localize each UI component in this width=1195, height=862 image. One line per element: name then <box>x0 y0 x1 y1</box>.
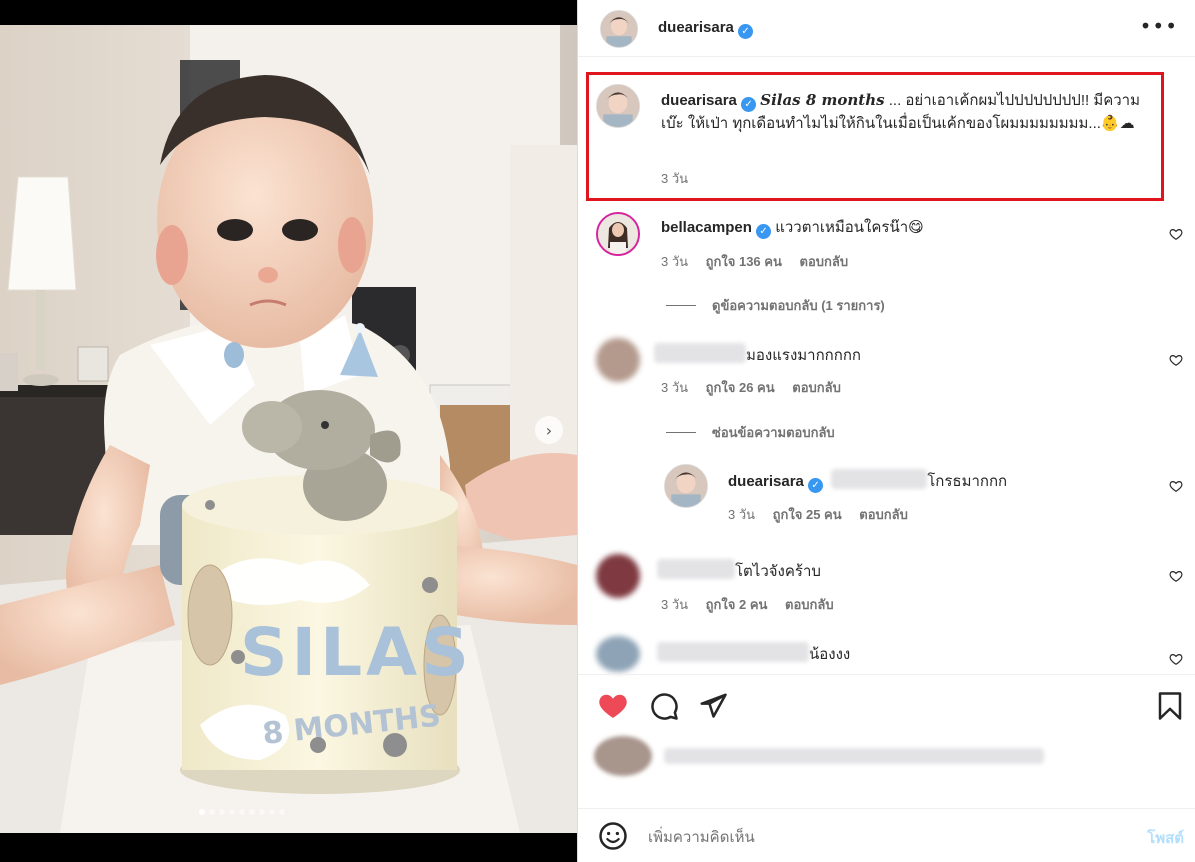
heart-filled-icon[interactable] <box>598 691 628 721</box>
blurred-username <box>654 343 746 363</box>
media-letterbox-top <box>0 0 577 25</box>
caption-text: duearisara ✓ Silas 8 months ... อย่าเอาเ… <box>661 89 1161 135</box>
like-comment-heart-icon[interactable] <box>1169 227 1183 241</box>
thread-divider <box>666 305 696 306</box>
verified-badge-icon: ✓ <box>756 224 772 239</box>
reply-username[interactable]: duearisara <box>728 473 804 490</box>
comment-likes[interactable]: ถูกใจ 2 คน <box>706 597 768 612</box>
comment-time: 3 วัน <box>661 597 689 612</box>
caption-username[interactable]: duearisara <box>661 92 737 109</box>
comment-input[interactable] <box>648 826 1108 848</box>
comment-row: มองแรงมากกกกก <box>654 343 861 367</box>
add-comment-bar: โพสต์ <box>578 808 1195 862</box>
like-comment-heart-icon[interactable] <box>1169 479 1183 493</box>
hide-replies-button[interactable]: ซ่อนข้อความตอบกลับ <box>666 422 835 443</box>
post-header: duearisara ✓ ••• <box>578 0 1195 57</box>
reply-button[interactable]: ตอบกลับ <box>792 380 841 395</box>
carousel-dot <box>209 809 215 815</box>
comment-time: 3 วัน <box>661 380 689 395</box>
post-media: SILAS 8 MONTHS › <box>0 0 577 862</box>
blurred-mention <box>831 469 928 489</box>
emoji-icon[interactable] <box>598 821 628 851</box>
comment-row: โตไวจังคร้าบ <box>657 559 821 583</box>
blurred-username <box>657 559 735 579</box>
comment-text: มองแรงมากกกกก <box>746 347 861 364</box>
view-replies-label[interactable]: ดูข้อความตอบกลับ (1 รายการ) <box>712 295 885 316</box>
carousel-dot <box>249 809 255 815</box>
carousel-dot <box>199 809 205 815</box>
like-comment-heart-icon[interactable] <box>1169 652 1183 666</box>
comment-meta: 3 วัน ถูกใจ 26 คน ตอบกลับ <box>661 377 855 398</box>
more-options-icon[interactable]: ••• <box>1140 14 1178 38</box>
reply-button[interactable]: ตอบกลับ <box>785 597 834 612</box>
blurred-liker-avatars <box>594 736 652 776</box>
comment-meta: 3 วัน ถูกใจ 136 คน ตอบกลับ <box>661 251 862 272</box>
verified-badge-icon: ✓ <box>808 478 824 493</box>
send-icon[interactable] <box>698 691 728 721</box>
reply-meta: 3 วัน ถูกใจ 25 คน ตอบกลับ <box>728 504 922 525</box>
blurred-likes-text <box>664 748 1045 764</box>
reply-button[interactable]: ตอบกลับ <box>800 254 849 269</box>
bookmark-icon[interactable] <box>1155 691 1185 721</box>
author-username-text[interactable]: duearisara <box>658 19 734 36</box>
liked-by-summary-blurred <box>594 736 1045 776</box>
reply-text: โกรธมากกก <box>927 473 1008 490</box>
comment-text: แววตาเหมือนใครน๊า😋 <box>775 219 924 236</box>
caption-avatar[interactable] <box>596 84 640 128</box>
comment-time: 3 วัน <box>728 507 756 522</box>
like-comment-heart-icon[interactable] <box>1169 353 1183 367</box>
carousel-dot <box>219 809 225 815</box>
comment-username[interactable]: bellacampen <box>661 219 752 236</box>
comment-meta: 3 วัน ถูกใจ 2 คน ตอบกลับ <box>661 594 848 615</box>
author-avatar[interactable] <box>600 10 638 48</box>
carousel-dot <box>259 809 265 815</box>
reply-button[interactable]: ตอบกลับ <box>859 507 908 522</box>
caption-title: Silas 8 months <box>760 91 885 109</box>
view-replies-button[interactable]: ดูข้อความตอบกลับ (1 รายการ) <box>666 295 885 316</box>
comment-avatar-bellacampen[interactable] <box>596 212 640 256</box>
comment-likes[interactable]: ถูกใจ 136 คน <box>706 254 782 269</box>
comment-avatar-blurred[interactable] <box>596 338 640 382</box>
comment-time: 3 วัน <box>661 254 689 269</box>
author-username[interactable]: duearisara ✓ <box>658 19 754 39</box>
carousel-dot <box>239 809 245 815</box>
carousel-dot <box>229 809 235 815</box>
chevron-right-icon: › <box>545 420 553 440</box>
like-comment-heart-icon[interactable] <box>1169 569 1183 583</box>
blurred-username <box>657 642 809 662</box>
carousel-indicator <box>199 807 285 817</box>
verified-badge-icon: ✓ <box>741 97 757 112</box>
comment-row: น้องงง <box>657 642 850 666</box>
thread-divider <box>666 432 696 433</box>
carousel-dot <box>269 809 275 815</box>
post-sidebar: duearisara ✓ ••• duearisara ✓ Silas 8 mo… <box>577 0 1195 862</box>
post-comment-button[interactable]: โพสต์ <box>1147 826 1184 850</box>
caption-time: 3 วัน <box>661 171 689 186</box>
verified-badge-icon: ✓ <box>738 24 754 39</box>
instagram-post-modal: SILAS 8 MONTHS › duearisara ✓ ••• dueari… <box>0 0 1195 862</box>
comment-text: น้องงง <box>809 646 851 663</box>
comment-icon[interactable] <box>649 691 679 721</box>
carousel-dot <box>279 809 285 815</box>
reply-avatar[interactable] <box>664 464 708 508</box>
post-photo[interactable]: SILAS 8 MONTHS <box>0 25 577 833</box>
comment-likes[interactable]: ถูกใจ 25 คน <box>773 507 842 522</box>
comment-likes[interactable]: ถูกใจ 26 คน <box>706 380 775 395</box>
reply-row: duearisara ✓ โกรธมากกก <box>728 469 1007 493</box>
comment-text: โตไวจังคร้าบ <box>735 563 821 580</box>
carousel-next-button[interactable]: › <box>535 416 563 444</box>
post-action-bar <box>578 674 1195 736</box>
media-letterbox-bottom <box>0 833 577 862</box>
caption-meta: 3 วัน <box>661 168 702 189</box>
comment-avatar-blurred[interactable] <box>596 636 640 672</box>
hide-replies-label[interactable]: ซ่อนข้อความตอบกลับ <box>712 422 835 443</box>
comment-row: bellacampen ✓ แววตาเหมือนใครน๊า😋 <box>661 216 924 239</box>
comment-avatar-blurred[interactable] <box>596 554 640 598</box>
svg-text:SILAS: SILAS <box>240 614 473 691</box>
